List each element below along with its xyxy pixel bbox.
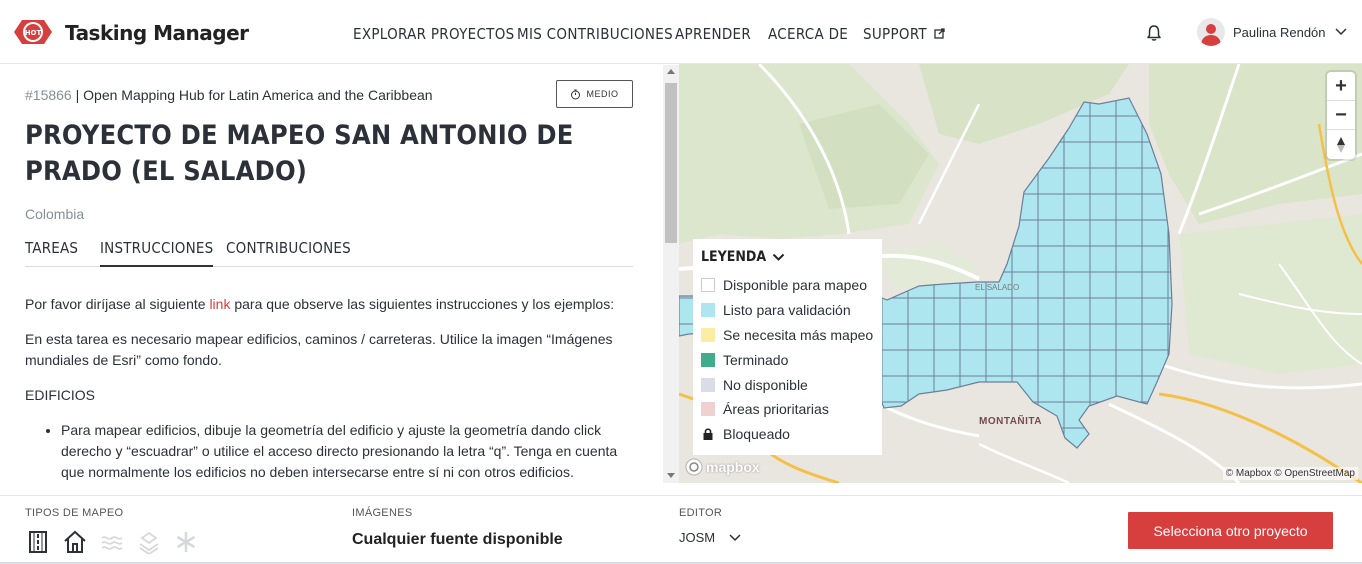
project-panel: #15866 | Open Mapping Hub for Latin Amer… bbox=[0, 65, 663, 495]
compass-button[interactable] bbox=[1327, 130, 1355, 159]
instructions-paragraph: Por favor diríjase al siguiente link par… bbox=[25, 294, 633, 315]
editor-value: JOSM bbox=[679, 530, 716, 545]
instructions-link[interactable]: link bbox=[209, 296, 230, 312]
legend-label: Áreas prioritarias bbox=[723, 401, 829, 418]
instructions-list: Para mapear edificios, dibuje la geometr… bbox=[61, 420, 633, 483]
legend-title[interactable]: LEYENDA bbox=[701, 249, 874, 265]
select-other-project-button[interactable]: Selecciona otro proyecto bbox=[1128, 512, 1333, 549]
legend-item-unavailable: No disponible bbox=[701, 372, 874, 397]
tab-tasks[interactable]: TAREAS bbox=[25, 239, 78, 267]
legend-item-more-mapping: Se necesita más mapeo bbox=[701, 323, 874, 348]
building-icon bbox=[64, 530, 86, 553]
top-header: HOT Tasking Manager EXPLORAR PROYECTOS M… bbox=[0, 0, 1362, 64]
svg-text:HOT: HOT bbox=[25, 29, 42, 37]
lock-icon bbox=[703, 428, 713, 441]
legend-item-available: Disponible para mapeo bbox=[701, 273, 874, 298]
instructions-paragraph: En esta tarea es necesario mapear edific… bbox=[25, 331, 613, 368]
nav-learn[interactable]: APRENDER bbox=[675, 25, 751, 43]
map-attribution[interactable]: © Mapbox © OpenStreetMap bbox=[1222, 467, 1358, 480]
editor-select[interactable]: JOSM bbox=[679, 530, 741, 545]
nav-support[interactable]: SUPPORT bbox=[863, 25, 945, 43]
scroll-up-icon[interactable] bbox=[667, 69, 675, 74]
legend-swatch bbox=[701, 377, 715, 392]
legend-label: Listo para validación bbox=[723, 302, 851, 319]
mapbox-logo[interactable]: mapbox bbox=[685, 458, 760, 476]
legend-title-label: LEYENDA bbox=[701, 249, 767, 265]
legend-item-priority-areas: Áreas prioritarias bbox=[701, 397, 874, 422]
compass-icon bbox=[1337, 136, 1345, 153]
nav-support-label: SUPPORT bbox=[863, 25, 927, 43]
legend-swatch bbox=[701, 303, 715, 318]
project-header-line: #15866 | Open Mapping Hub for Latin Amer… bbox=[25, 87, 433, 103]
legend-label: Bloqueado bbox=[723, 426, 790, 443]
landuse-icon bbox=[139, 531, 159, 554]
chevron-down-icon[interactable] bbox=[1335, 28, 1347, 36]
place-label: EL SALADO bbox=[975, 283, 1019, 292]
scroll-down-icon[interactable] bbox=[667, 473, 675, 478]
panel-scrollbar[interactable] bbox=[663, 65, 679, 483]
nav-my-contributions[interactable]: MIS CONTRIBUCIONES bbox=[517, 25, 673, 43]
project-title: PROYECTO DE MAPEO SAN ANTONIO DE PRADO (… bbox=[25, 120, 574, 187]
mapping-types bbox=[26, 530, 198, 554]
difficulty-badge: MEDIO bbox=[556, 80, 633, 108]
instructions-text: Por favor diríjase al siguiente bbox=[25, 296, 210, 312]
legend-item-ready-validation: Listo para validación bbox=[701, 298, 874, 323]
nav-explore-projects[interactable]: EXPLORAR PROYECTOS bbox=[353, 25, 515, 43]
project-tabs: TAREAS INSTRUCCIONES CONTRIBUCIONES bbox=[25, 239, 633, 267]
project-organization[interactable]: Open Mapping Hub for Latin America and t… bbox=[83, 87, 432, 103]
chevron-down-icon[interactable] bbox=[772, 253, 785, 262]
road-icon bbox=[29, 531, 47, 553]
avatar[interactable] bbox=[1197, 18, 1225, 46]
zoom-in-button[interactable]: + bbox=[1327, 72, 1355, 101]
legend-swatch bbox=[701, 352, 715, 367]
legend-item-finished: Terminado bbox=[701, 347, 874, 372]
project-separator: | bbox=[71, 87, 84, 103]
imagery-value: Cualquier fuente disponible bbox=[352, 531, 563, 548]
mapbox-icon bbox=[685, 458, 703, 476]
user-icon bbox=[1201, 24, 1221, 46]
hot-logo-icon[interactable]: HOT bbox=[10, 16, 56, 48]
difficulty-label: MEDIO bbox=[586, 89, 619, 99]
app-title[interactable]: Tasking Manager bbox=[65, 21, 249, 45]
bell-icon[interactable] bbox=[1145, 24, 1163, 42]
project-country: Colombia bbox=[25, 206, 85, 222]
legend-swatch bbox=[701, 327, 715, 342]
instructions-heading: EDIFICIOS bbox=[25, 387, 96, 403]
instructions-text: para que observe las siguientes instrucc… bbox=[230, 296, 615, 312]
list-item: Para mapear edificios, dibuje la geometr… bbox=[61, 420, 633, 483]
editor-label: EDITOR bbox=[679, 507, 723, 519]
map-legend: LEYENDA Disponible para mapeo Listo para… bbox=[693, 239, 882, 455]
legend-swatch bbox=[701, 278, 715, 293]
waterway-icon bbox=[101, 536, 123, 550]
legend-label: Disponible para mapeo bbox=[723, 277, 867, 294]
scroll-thumb[interactable] bbox=[665, 83, 677, 243]
legend-label: Se necesita más mapeo bbox=[723, 326, 874, 343]
place-label: MONTAÑITA bbox=[979, 414, 1042, 427]
project-footer: TIPOS DE MAPEO IMÁGENES Cualquier fuente… bbox=[0, 495, 1362, 564]
instructions-content: Por favor diríjase al siguiente link par… bbox=[25, 294, 633, 483]
nav-about[interactable]: ACERCA DE bbox=[768, 25, 848, 43]
stopwatch-icon bbox=[571, 89, 581, 99]
asterisk-other-icon bbox=[176, 532, 196, 552]
legend-label: Terminado bbox=[723, 351, 789, 368]
external-link-icon bbox=[934, 28, 945, 39]
project-map[interactable]: MONTAÑITA EL SALADO + − LEYENDA Disponib… bbox=[679, 64, 1362, 483]
imagery-label: IMÁGENES bbox=[352, 507, 413, 519]
legend-item-locked: Bloqueado bbox=[701, 422, 874, 447]
zoom-out-button[interactable]: − bbox=[1327, 101, 1355, 130]
legend-label: No disponible bbox=[723, 376, 808, 393]
chevron-down-icon bbox=[729, 533, 741, 541]
project-id: #15866 bbox=[25, 87, 72, 103]
tab-contributions[interactable]: CONTRIBUCIONES bbox=[226, 239, 351, 267]
map-controls: + − bbox=[1327, 72, 1355, 159]
tab-instructions[interactable]: INSTRUCCIONES bbox=[100, 239, 214, 267]
mapbox-wordmark: mapbox bbox=[706, 459, 760, 475]
user-name[interactable]: Paulina Rendón bbox=[1233, 25, 1326, 40]
mapping-types-label: TIPOS DE MAPEO bbox=[25, 507, 124, 519]
legend-swatch bbox=[701, 402, 715, 417]
